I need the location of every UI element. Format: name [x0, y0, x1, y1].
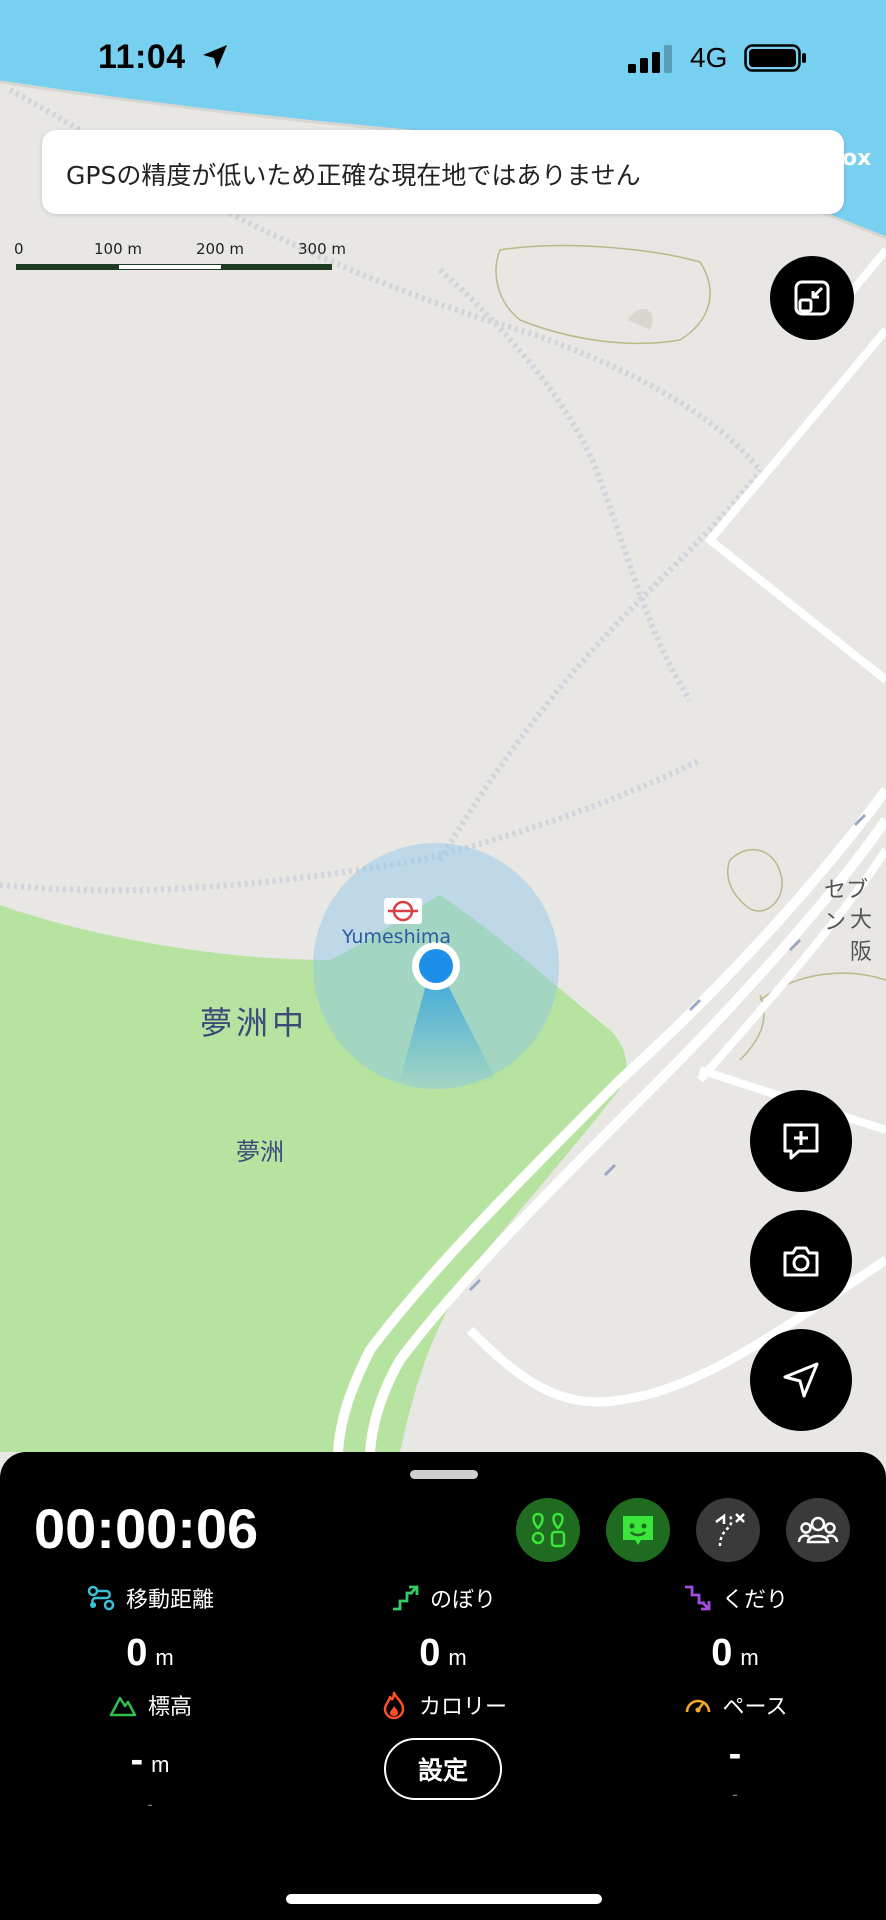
station-label: Yumeshima — [342, 926, 452, 948]
stat-distance-unit: m — [155, 1645, 174, 1670]
stat-ascent-label: のぼり — [429, 1588, 496, 1613]
network-type: 4G — [690, 42, 728, 73]
stat-elevation: 標高 -m - — [20, 1689, 280, 1819]
mountain-icon — [109, 1696, 137, 1717]
gps-accuracy-banner: GPSの精度が低いため正確な現在地ではありません — [42, 130, 844, 214]
route-off-button[interactable] — [696, 1498, 760, 1562]
smiley-bubble-icon — [623, 1516, 653, 1545]
group-button[interactable] — [786, 1498, 850, 1562]
stat-distance-label: 移動距離 — [125, 1588, 214, 1613]
map-route-mode-button[interactable] — [516, 1498, 580, 1562]
stat-calories-label: カロリー — [418, 1695, 507, 1720]
add-note-button[interactable] — [750, 1090, 852, 1192]
route-markers-icon — [531, 1512, 566, 1548]
scale-label-0: 0 — [14, 240, 24, 258]
stat-ascent-value: 0 — [419, 1632, 441, 1674]
stat-elevation-value: - — [130, 1739, 144, 1781]
scale-label-300: 300 m — [298, 240, 347, 258]
stat-elevation-unit: m — [151, 1752, 170, 1777]
flame-icon — [383, 1691, 405, 1720]
stat-descent-label: くだり — [721, 1588, 788, 1613]
place-label-osaka: 大阪 — [850, 908, 873, 965]
current-location-button[interactable] — [750, 1329, 852, 1431]
distance-icon — [87, 1585, 115, 1611]
stat-elevation-sub: - — [147, 1795, 153, 1814]
stat-descent: くだり 0m — [605, 1582, 865, 1702]
stat-calories: カロリー — [313, 1689, 573, 1729]
sheet-drag-handle[interactable] — [410, 1470, 478, 1479]
stat-elevation-label: 標高 — [147, 1695, 192, 1720]
place-label-yumeshu: 夢洲 — [236, 1138, 284, 1166]
scale-label-200: 200 m — [196, 240, 245, 258]
route-off-icon — [715, 1513, 745, 1547]
stat-pace-sub: - — [732, 1785, 738, 1804]
location-arrow-icon — [203, 45, 227, 69]
collapse-icon — [794, 280, 830, 316]
stat-distance: 移動距離 0m — [20, 1582, 280, 1702]
stat-pace: ペース - - — [605, 1689, 865, 1819]
add-note-icon — [783, 1123, 819, 1160]
stat-descent-value: 0 — [711, 1632, 733, 1674]
stat-distance-value: 0 — [126, 1632, 148, 1674]
gps-banner-text: GPSの精度が低いため正確な現在地ではありません — [66, 161, 641, 190]
group-icon — [797, 1516, 839, 1544]
place-label-yumeshu-naka: 夢洲中 — [200, 1004, 309, 1042]
elapsed-timer: 00:00:06 — [34, 1497, 259, 1560]
camera-button[interactable] — [750, 1210, 852, 1312]
stat-ascent-unit: m — [448, 1645, 467, 1670]
settings-button[interactable]: 設定 — [384, 1738, 502, 1800]
status-time: 11:04 — [98, 38, 186, 76]
stat-ascent: のぼり 0m — [313, 1582, 573, 1702]
home-indicator[interactable] — [286, 1894, 602, 1904]
signal-strength-icon — [628, 45, 672, 73]
stat-pace-value: - — [728, 1733, 742, 1775]
battery-icon — [744, 44, 806, 72]
character-mode-button[interactable] — [606, 1498, 670, 1562]
map-scale-bar: 0 100 m 200 m 300 m — [14, 240, 374, 280]
ascent-icon — [392, 1585, 419, 1611]
collapse-map-button[interactable] — [770, 256, 854, 340]
stat-descent-unit: m — [740, 1645, 759, 1670]
speedometer-icon — [685, 1699, 710, 1713]
navigation-arrow-icon — [783, 1362, 819, 1398]
stat-pace-label: ペース — [722, 1695, 788, 1720]
camera-icon — [783, 1246, 819, 1277]
descent-icon — [684, 1585, 711, 1611]
scale-label-100: 100 m — [94, 240, 143, 258]
map-attribution[interactable]: ox — [842, 146, 871, 171]
status-bar: 11:04 4G — [0, 0, 886, 120]
